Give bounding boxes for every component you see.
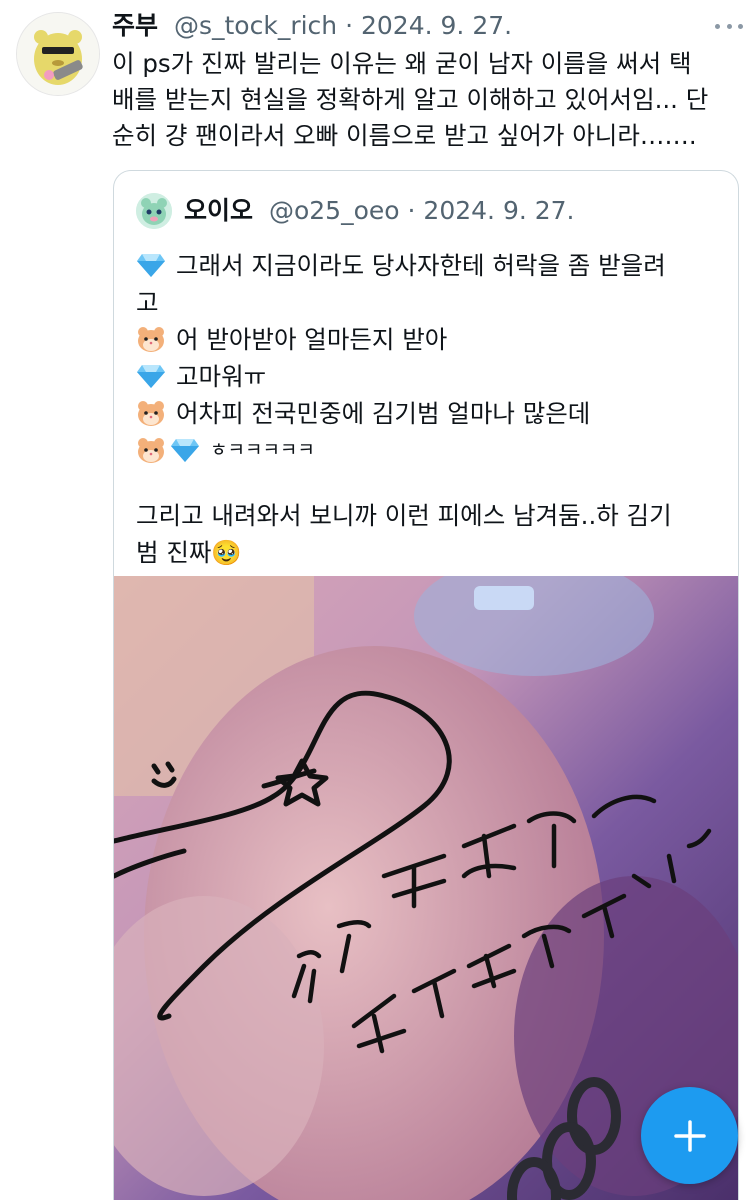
quote-photo[interactable]	[114, 576, 738, 1200]
quote-author-handle[interactable]: @o25_oeo	[269, 196, 400, 225]
quote-line: 고	[136, 284, 726, 321]
avatar[interactable]	[16, 12, 100, 96]
gem-icon	[171, 439, 199, 462]
quote-line-text: 어 받아받아 얼마든지 받아	[176, 325, 448, 354]
signed-photo-image	[114, 576, 738, 1200]
gem-icon	[137, 254, 165, 277]
hamster-icon	[138, 401, 164, 426]
separator: ·	[345, 11, 354, 40]
quote-line: 어 받아받아 얼마든지 받아	[136, 321, 726, 358]
quote-paragraph: 그리고 내려와서 보니까 이런 피에스 남겨둠..하 김기 범 진짜🥹	[136, 501, 672, 567]
tweet[interactable]: 주부 @s_tock_rich · 2024. 9. 27. 이 ps가 진짜 …	[0, 0, 755, 1200]
compose-button[interactable]	[641, 1087, 738, 1184]
quote-names: 오이오 @o25_oeo · 2024. 9. 27.	[184, 191, 575, 231]
gem-icon	[137, 365, 165, 388]
hamster-avatar-icon	[17, 13, 99, 95]
quoted-tweet[interactable]: 오이오 @o25_oeo · 2024. 9. 27. 그래서 지금이라도 당사…	[113, 170, 739, 1200]
tweet-header: 주부 @s_tock_rich · 2024. 9. 27.	[112, 8, 745, 44]
quote-line: 어차피 전국민중에 김기범 얼마나 많은데	[136, 395, 726, 432]
quote-line-text: 어차피 전국민중에 김기범 얼마나 많은데	[176, 399, 591, 428]
quote-line-text: 그래서 지금이라도 당사자한테 허락을 좀 받을려	[176, 251, 666, 280]
hamster-icon	[138, 438, 164, 463]
quote-date[interactable]: 2024. 9. 27.	[423, 196, 574, 225]
quote-separator: ·	[407, 196, 416, 225]
quote-line-text: 고마워ㅠ	[176, 362, 267, 391]
quote-body: 그래서 지금이라도 당사자한테 허락을 좀 받을려 고 어 받아받아 얼마든지 …	[136, 247, 726, 571]
bear-avatar-icon	[136, 193, 172, 229]
plus-icon	[673, 1119, 706, 1152]
quote-author-name[interactable]: 오이오	[184, 196, 253, 225]
quote-avatar[interactable]	[136, 193, 172, 229]
author-handle[interactable]: @s_tock_rich	[174, 11, 337, 40]
tweet-date[interactable]: 2024. 9. 27.	[361, 11, 512, 40]
quote-line: 고마워ㅠ	[136, 358, 726, 395]
more-options-icon[interactable]	[715, 8, 743, 44]
quote-line: ㅎㅋㅋㅋㅋㅋ	[136, 432, 726, 469]
quote-line-text: ㅎㅋㅋㅋㅋㅋ	[210, 439, 315, 461]
quote-line: 그래서 지금이라도 당사자한테 허락을 좀 받을려	[136, 247, 726, 284]
hamster-icon	[138, 327, 164, 352]
quote-line-text: 고	[136, 288, 159, 317]
tweet-text: 이 ps가 진짜 발리는 이유는 왜 굳이 남자 이름을 써서 택 배를 받는지…	[112, 49, 709, 150]
author-name[interactable]: 주부	[112, 11, 158, 40]
